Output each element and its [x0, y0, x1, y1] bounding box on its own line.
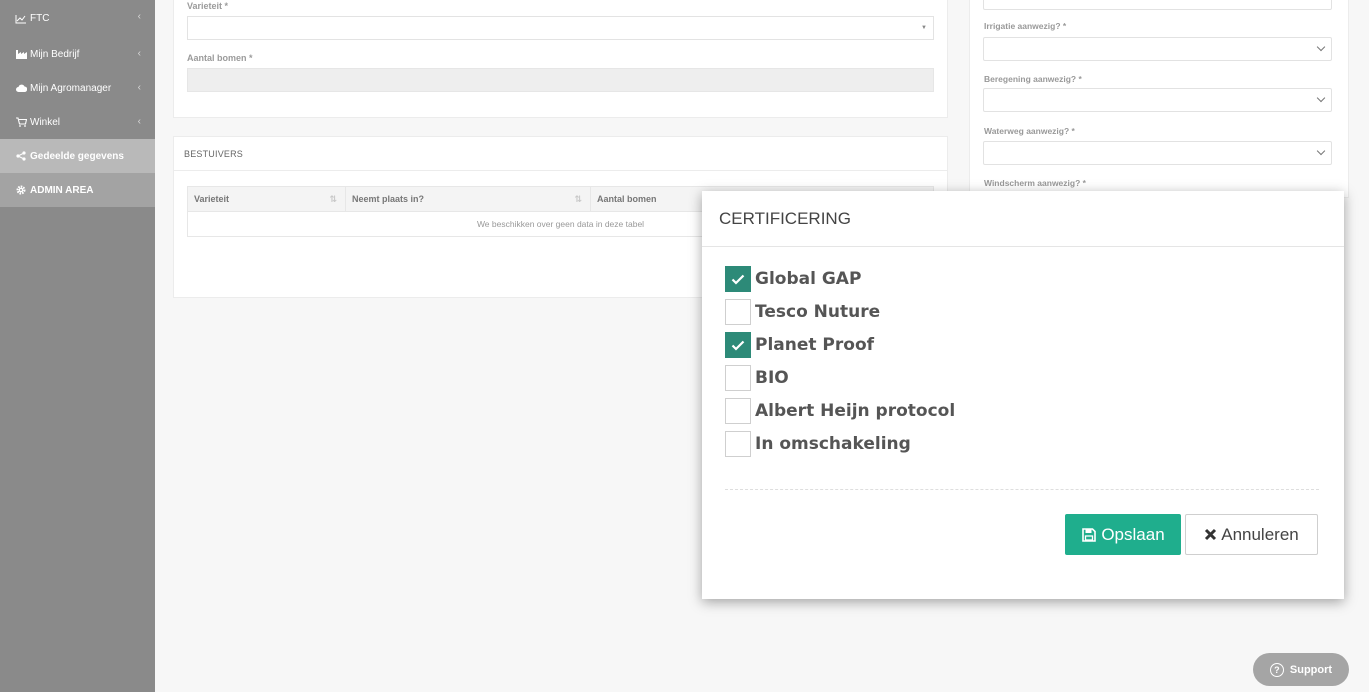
- trees-label: Aantal bomen *: [187, 53, 253, 63]
- question-icon: ?: [1269, 662, 1284, 677]
- option-label: Global GAP: [755, 269, 862, 289]
- top-select[interactable]: [983, 0, 1332, 10]
- sidebar-item-mijn-agromanager[interactable]: Mijn Agromanager ‹: [0, 71, 155, 105]
- checkbox-checked[interactable]: [725, 266, 751, 292]
- panel-divider: [174, 170, 947, 171]
- cart-icon: [15, 116, 27, 128]
- option-label: In omschakeling: [755, 434, 911, 454]
- variety-label: Varieteit *: [187, 1, 229, 11]
- sidebar-item-gedeelde-gegevens[interactable]: Gedeelde gegevens: [0, 139, 155, 173]
- check-icon: [731, 340, 745, 351]
- cancel-button[interactable]: Annuleren: [1185, 514, 1318, 555]
- chevron-left-icon: ‹: [137, 11, 141, 22]
- chevron-left-icon: ‹: [137, 82, 141, 93]
- gear-icon: [15, 184, 27, 196]
- sort-icon: ⇅: [574, 194, 582, 204]
- trees-input[interactable]: [187, 68, 934, 92]
- irrigation-label: Irrigatie aanwezig? *: [984, 21, 1067, 31]
- option-planet-proof[interactable]: Planet Proof: [725, 332, 874, 358]
- chevron-down-icon: [1316, 146, 1326, 156]
- sidebar-item-winkel[interactable]: Winkel ‹: [0, 105, 155, 139]
- sidebar-item-label: Winkel: [30, 116, 61, 128]
- checkbox-unchecked[interactable]: [725, 299, 751, 325]
- column-header-label: Neemt plaats in?: [352, 194, 425, 204]
- variety-select[interactable]: ▼: [187, 16, 934, 40]
- sprinkling-select[interactable]: [983, 88, 1332, 112]
- save-label: Opslaan: [1101, 524, 1165, 544]
- industry-icon: [15, 48, 27, 60]
- column-header-variety[interactable]: Varieteit ⇅: [187, 186, 346, 212]
- checkbox-checked[interactable]: [725, 332, 751, 358]
- save-icon: [1082, 527, 1097, 542]
- option-label: Planet Proof: [755, 335, 875, 355]
- support-button[interactable]: ? Support: [1253, 653, 1349, 686]
- sprinkling-label: Beregening aanwezig? *: [984, 74, 1082, 84]
- cloud-icon: [15, 82, 27, 94]
- sidebar: FTC ‹ Mijn Bedrijf ‹ Mijn Agromanager ‹ …: [0, 0, 155, 692]
- save-button[interactable]: Opslaan: [1065, 514, 1181, 555]
- checkbox-unchecked[interactable]: [725, 365, 751, 391]
- close-icon: [1205, 528, 1217, 541]
- sidebar-item-admin-area[interactable]: ADMIN AREA: [0, 173, 155, 207]
- sort-icon: ⇅: [329, 194, 337, 204]
- support-label: Support: [1289, 663, 1333, 676]
- modal-title: CERTIFICERING: [719, 208, 851, 228]
- chevron-left-icon: ‹: [137, 116, 141, 127]
- option-label: Tesco Nuture: [755, 302, 881, 322]
- column-header-label: Aantal bomen: [597, 194, 657, 204]
- option-in-omschakeling[interactable]: In omschakeling: [725, 431, 911, 457]
- sidebar-item-label: Gedeelde gegevens: [30, 150, 124, 162]
- irrigation-select[interactable]: [983, 37, 1332, 61]
- sidebar-item-label: Mijn Bedrijf: [30, 48, 80, 60]
- empty-text: We beschikken over geen data in deze tab…: [476, 219, 645, 229]
- option-tesco-nuture[interactable]: Tesco Nuture: [725, 299, 880, 325]
- checkbox-unchecked[interactable]: [725, 431, 751, 457]
- windbreak-label: Windscherm aanwezig? *: [984, 178, 1086, 188]
- chart-line-icon: [15, 13, 27, 25]
- modal-divider: [725, 489, 1319, 490]
- waterway-label: Waterweg aanwezig? *: [984, 126, 1075, 136]
- chevron-down-icon: [1316, 42, 1326, 52]
- sidebar-item-ftc[interactable]: FTC ‹: [0, 0, 155, 37]
- option-label: Albert Heijn protocol: [755, 401, 956, 421]
- sidebar-item-label: Mijn Agromanager: [30, 82, 112, 94]
- column-header-takes-place[interactable]: Neemt plaats in? ⇅: [345, 186, 591, 212]
- pollinators-title: BESTUIVERS: [184, 149, 244, 159]
- caret-down-icon: ▼: [921, 25, 927, 31]
- waterway-select[interactable]: [983, 141, 1332, 165]
- chevron-left-icon: ‹: [137, 48, 141, 59]
- checkbox-unchecked[interactable]: [725, 398, 751, 424]
- sidebar-item-mijn-bedrijf[interactable]: Mijn Bedrijf ‹: [0, 37, 155, 71]
- share-icon: [15, 150, 27, 162]
- sidebar-item-label: ADMIN AREA: [30, 184, 94, 196]
- column-header-label: Varieteit: [194, 194, 230, 204]
- modal-header: CERTIFICERING: [702, 191, 1344, 247]
- option-global-gap[interactable]: Global GAP: [725, 266, 861, 292]
- option-albert-heijn[interactable]: Albert Heijn protocol: [725, 398, 955, 424]
- option-label: BIO: [755, 368, 789, 388]
- chevron-down-icon: [1316, 93, 1326, 103]
- cancel-label: Annuleren: [1221, 524, 1299, 544]
- check-icon: [731, 274, 745, 285]
- certification-modal: CERTIFICERING Global GAP Tesco Nuture Pl…: [702, 191, 1344, 599]
- sidebar-item-label: FTC: [30, 13, 50, 24]
- option-bio[interactable]: BIO: [725, 365, 789, 391]
